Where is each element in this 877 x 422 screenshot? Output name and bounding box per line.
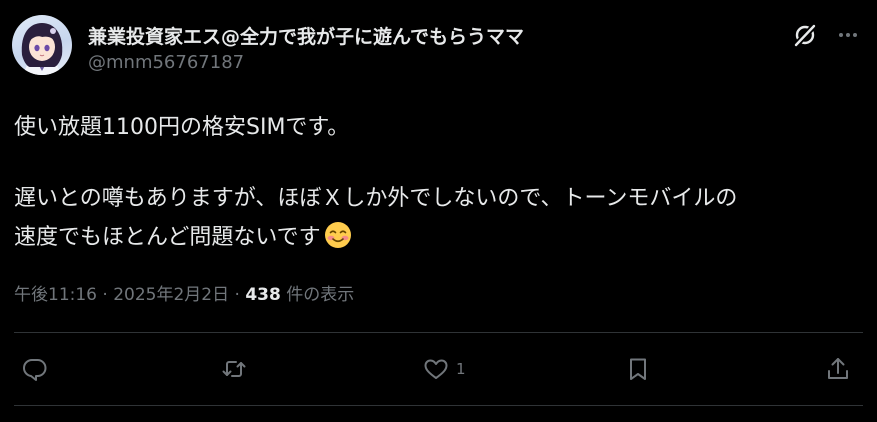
divider — [14, 405, 863, 406]
divider — [14, 332, 863, 333]
share-icon — [828, 358, 848, 379]
heart-icon — [424, 359, 448, 379]
tweet-meta: 午後11:16 · 2025年2月2日 · 438 件の表示 — [14, 280, 354, 305]
tweet-date[interactable]: 2025年2月2日 — [113, 285, 229, 305]
like-button[interactable]: 1 — [422, 352, 466, 386]
like-count: 1 — [456, 360, 466, 378]
grok-icon[interactable] — [790, 20, 820, 50]
bookmark-icon — [630, 358, 646, 380]
reply-button[interactable] — [21, 352, 49, 386]
tweet-text-line-2: 遅いとの噂もありますが、ほぼＸしか外でしないので、トーンモバイルの — [14, 186, 738, 211]
share-button[interactable] — [824, 352, 852, 386]
retweet-icon — [222, 361, 246, 377]
tweet-time[interactable]: 午後11:16 — [14, 285, 97, 305]
anime-avatar-icon — [21, 23, 63, 75]
author-handle[interactable]: @mnm56767187 — [88, 52, 244, 73]
reply-icon — [22, 359, 47, 381]
author-display-name[interactable]: 兼業投資家エス@全力で我が子に遊んでもらうママ — [88, 22, 524, 49]
views-label: 件の表示 — [280, 285, 355, 305]
smiling-face-icon — [324, 222, 351, 248]
bookmark-button[interactable] — [624, 352, 652, 386]
tweet-text-line-3: 速度でもほとんど問題ないです — [14, 219, 352, 251]
more-icon[interactable] — [833, 20, 863, 50]
meta-separator: · — [97, 285, 114, 305]
tweet-text-line-1: 使い放題1100円の格安SIMです。 — [14, 115, 350, 140]
views-count[interactable]: 438 — [245, 285, 281, 305]
tweet-text-line-3-text: 速度でもほとんど問題ないです — [14, 225, 321, 250]
retweet-button[interactable] — [220, 352, 248, 386]
meta-separator: · — [229, 285, 246, 305]
tweet-card: 兼業投資家エス@全力で我が子に遊んでもらうママ @mnm56767187 使い放… — [0, 0, 877, 422]
avatar[interactable] — [12, 15, 72, 75]
